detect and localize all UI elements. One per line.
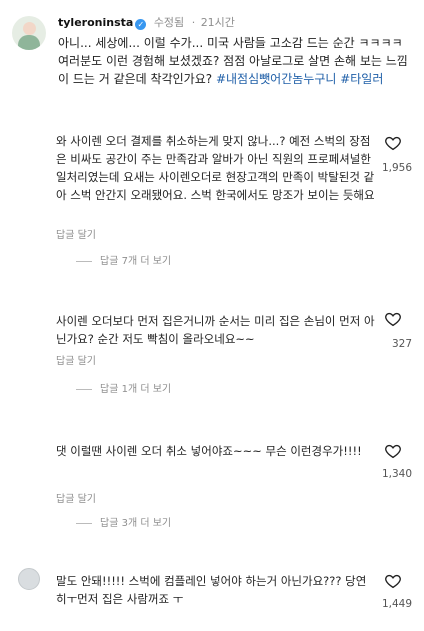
reply-divider-line [76, 388, 92, 390]
commenter-avatar[interactable] [18, 296, 40, 318]
edited-label: 수정됨 [153, 16, 185, 29]
view-more-replies[interactable]: 답글 7개 더 보기 [76, 252, 171, 267]
like-button[interactable] [382, 310, 404, 332]
caption-hashtags[interactable]: #내점심뺏어간놈누구니 #타일러 [216, 72, 383, 86]
heart-icon [385, 444, 401, 459]
like-count: 1,956 [381, 162, 412, 174]
like-button[interactable] [382, 572, 404, 594]
post-caption: 아니... 세상에... 이럴 수가... 미국 사람들 고소감 드는 순간 ㅋ… [58, 34, 412, 88]
view-more-replies[interactable]: 답글 3개 더 보기 [76, 514, 171, 529]
commenter-avatar[interactable] [18, 568, 40, 590]
like-count: 327 [391, 338, 412, 350]
view-more-replies[interactable]: 답글 1개 더 보기 [76, 380, 171, 395]
like-button[interactable] [382, 134, 404, 156]
commenter-avatar[interactable] [18, 442, 40, 464]
author-avatar[interactable] [12, 16, 46, 50]
comment-text: 댓 이럴땐 사이렌 오더 취소 넣어야죠~~~ 무슨 이런경우가!!!! [56, 444, 362, 458]
heart-icon [385, 136, 401, 151]
commenter-avatar[interactable] [18, 134, 40, 156]
author-username[interactable]: tyleroninsta [58, 16, 133, 29]
reply-button[interactable]: 답글 달기 [56, 352, 96, 367]
like-button[interactable] [382, 442, 404, 464]
post-meta: tyleroninsta ✓ 수정됨 · 21시간 [58, 14, 235, 30]
comment-text: 와 사이렌 오더 결제를 취소하는게 맞지 않나...? 예전 스벅의 장점은 … [56, 134, 375, 202]
heart-icon [385, 312, 401, 327]
verified-badge-icon: ✓ [135, 19, 147, 30]
heart-icon [385, 574, 401, 589]
comment-text: 말도 안돼!!!!! 스벅에 컴플레인 넣어야 하는거 아닌가요??? 당연히ㅜ… [56, 574, 367, 606]
post-time-separator: · [191, 16, 196, 29]
like-count: 1,449 [381, 598, 412, 610]
reply-divider-line [76, 260, 92, 262]
comment-text: 사이렌 오더보다 먼저 집은거니까 순서는 미리 집은 손님이 먼저 아닌가요?… [56, 314, 375, 346]
post-time: 21시간 [200, 16, 235, 29]
reply-divider-line [76, 522, 92, 524]
like-count: 1,340 [381, 468, 412, 480]
reply-button[interactable]: 답글 달기 [56, 226, 96, 241]
reply-button[interactable]: 답글 달기 [56, 490, 96, 505]
